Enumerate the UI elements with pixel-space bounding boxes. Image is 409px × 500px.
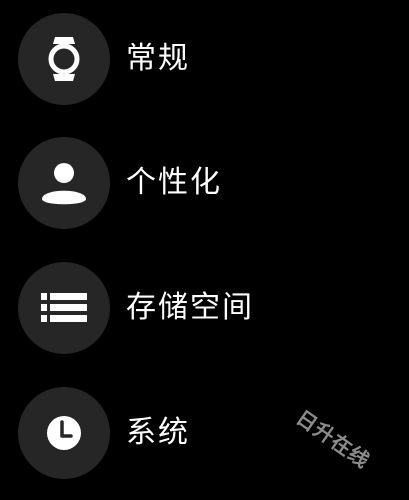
menu-item-general[interactable]: 常规 [0, 13, 409, 113]
person-icon [18, 137, 110, 229]
settings-menu: 常规 个性化 存储空间 系统 [0, 0, 409, 500]
menu-item-label: 个性化 [126, 165, 222, 200]
menu-item-storage[interactable]: 存储空间 [0, 262, 409, 362]
menu-item-label: 常规 [126, 41, 190, 76]
watch-icon [18, 13, 110, 105]
menu-item-personalization[interactable]: 个性化 [0, 137, 409, 237]
menu-item-label: 存储空间 [126, 290, 254, 325]
storage-icon [18, 262, 110, 354]
menu-item-label: 系统 [126, 415, 190, 450]
clock-icon [18, 387, 110, 479]
